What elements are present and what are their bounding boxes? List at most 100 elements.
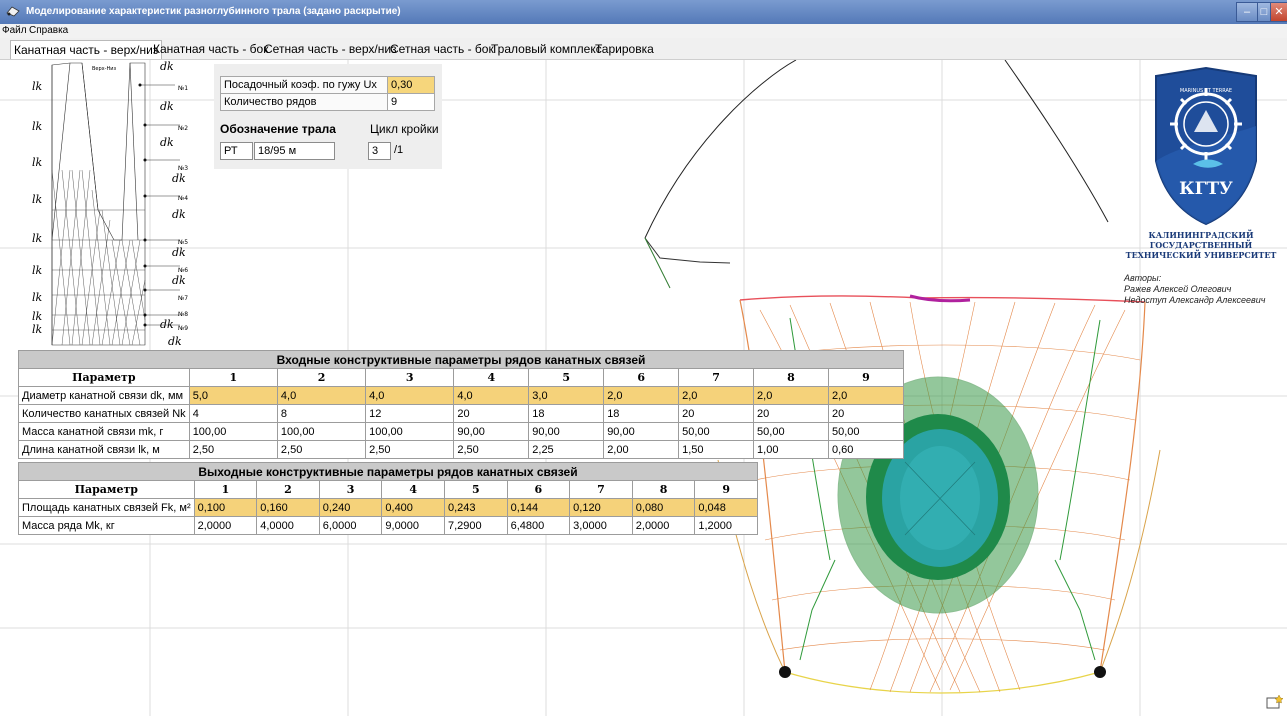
tab-net-top-bottom[interactable]: Сетная часть - верх/низ [261,40,400,58]
cell-input[interactable]: 4,0 [276,386,367,405]
cell-input[interactable]: 20 [453,404,530,423]
cell-value: 0,160 [256,498,320,517]
cell-input[interactable]: 90,00 [528,422,605,441]
output-col-4: 4 [381,480,445,499]
cell-input[interactable]: 2,25 [528,440,605,459]
cell-input[interactable]: 18 [528,404,605,423]
cell-value: 6,4800 [506,516,571,535]
cell-input[interactable]: 12 [365,404,455,423]
trawl-code-input[interactable]: РТ [220,142,253,160]
cycle-value-input[interactable]: 3 [368,142,391,160]
params-grid: Посадочный коэф. по гужу Ux 0,30 Количес… [220,76,435,111]
cell-input[interactable]: 2,50 [188,440,278,459]
cell-input[interactable]: 0,60 [827,440,905,459]
dk-label-8: dk [160,318,174,331]
menu-bar: Файл Справка [0,24,1287,38]
lk-label-6: lk [32,264,43,277]
cell-input[interactable]: 100,00 [365,422,455,441]
lk-label-3: lk [32,156,43,169]
cell-input[interactable]: 2,0 [678,386,755,405]
table-row: Масса ряда Mk, кг 2,0000 4,0000 6,0000 9… [18,516,758,535]
university-name: КАЛИНИНГРАДСКИЙ ГОСУДАРСТВЕННЫЙ ТЕХНИЧЕС… [1115,230,1287,260]
output-col-8: 8 [631,480,696,499]
cell-input[interactable]: 20 [753,404,829,423]
cutting-cycle-title: Цикл кройки [370,122,439,136]
cell-input[interactable]: 100,00 [276,422,367,441]
row-label: Масса канатной связи mk, г [18,422,190,441]
input-col-4: 4 [453,368,530,387]
cell-input[interactable]: 100,00 [188,422,278,441]
row-label: Масса ряда Mk, кг [18,516,195,535]
cell-input[interactable]: 4,0 [453,386,530,405]
cycle-suffix: /1 [394,144,404,156]
cell-value: 3,0000 [569,516,633,535]
cell-value: 6,0000 [318,516,383,535]
cell-input[interactable]: 90,00 [453,422,530,441]
table-row: Диаметр канатной связи dk, мм 5,0 4,0 4,… [18,386,905,405]
cell-input[interactable]: 50,00 [753,422,829,441]
cell-input[interactable]: 2,50 [276,440,367,459]
cell-input[interactable]: 8 [276,404,367,423]
dk-label-9: dk [168,335,182,348]
table-row: Длина канатной связи lk, м 2,50 2,50 2,5… [18,440,905,459]
cell-input[interactable]: 4,0 [365,386,455,405]
cell-input[interactable]: 3,0 [528,386,605,405]
cell-input[interactable]: 1,00 [753,440,829,459]
tab-rope-side[interactable]: Канатная часть - бок [150,40,271,58]
output-param-header: Параметр [18,480,195,499]
tab-calibration[interactable]: Тарировка [592,40,657,58]
menu-help[interactable]: Справка [29,25,68,36]
maximize-button[interactable]: □ [1257,2,1271,22]
dk-label-1: dk [160,60,174,73]
input-col-5: 5 [528,368,605,387]
input-table-title: Входные конструктивные параметры рядов к… [18,350,904,369]
cell-input[interactable]: 1,50 [678,440,755,459]
tab-net-side[interactable]: Сетная часть - бок [387,40,497,58]
cell-input[interactable]: 4 [188,404,278,423]
right-weight [1094,666,1106,678]
row-number-7: №7 [178,295,188,302]
menu-file[interactable]: Файл [2,25,27,36]
minimize-icon: – [1243,6,1251,18]
tab-rope-top-bottom[interactable]: Канатная часть - верх/низ [10,40,163,59]
coef-value-input[interactable]: 0,30 [387,76,435,94]
table-row: Масса канатной связи mk, г 100,00 100,00… [18,422,905,441]
output-col-1: 1 [193,480,258,499]
cell-input[interactable]: 20 [678,404,755,423]
cell-value: 2,0000 [193,516,258,535]
row-label: Длина канатной связи lk, м [18,440,190,459]
cell-value: 0,048 [694,498,758,517]
cell-input[interactable]: 2,0 [827,386,905,405]
cell-input[interactable]: 2,00 [603,440,680,459]
dk-label-5: dk [172,208,186,221]
add-window-icon[interactable] [1266,694,1284,710]
cell-input[interactable]: 90,00 [603,422,680,441]
cell-value: 0,240 [318,498,383,517]
cell-input[interactable]: 20 [827,404,905,423]
dk-label-3: dk [160,136,174,149]
lk-label-5: lk [32,232,43,245]
row-number-6: №6 [178,267,188,274]
rows-value-input[interactable]: 9 [387,93,435,111]
cell-input[interactable]: 5,0 [188,386,278,405]
cell-input[interactable]: 18 [603,404,680,423]
cell-input[interactable]: 2,50 [453,440,530,459]
university-logo: MARINUS ET TERRAE КГТУ [1155,66,1257,226]
left-weight [779,666,791,678]
table-row: Площадь канатных связей Fk, м² 0,100 0,1… [18,498,758,517]
output-col-7: 7 [569,480,633,499]
minimize-button[interactable]: – [1236,2,1258,22]
tab-trawl-complex[interactable]: Траловый комплекс [488,40,605,58]
output-col-5: 5 [443,480,508,499]
cell-input[interactable]: 50,00 [678,422,755,441]
close-button[interactable]: ✕ [1270,2,1287,22]
row-label: Количество канатных связей Nk [18,404,190,423]
cell-input[interactable]: 2,50 [365,440,455,459]
lk-label-2: lk [32,120,43,133]
trawl-size-input[interactable]: 18/95 м [254,142,335,160]
cell-input[interactable]: 50,00 [827,422,905,441]
cell-input[interactable]: 2,0 [603,386,680,405]
row-number-8: №8 [178,311,188,318]
cell-input[interactable]: 2,0 [753,386,829,405]
input-col-9: 9 [827,368,905,387]
